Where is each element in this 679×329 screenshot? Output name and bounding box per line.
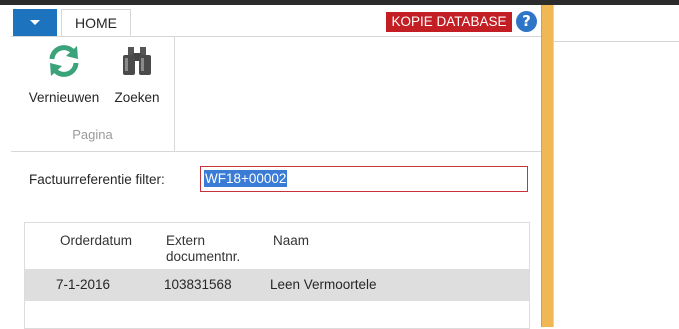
find-button[interactable]: Zoeken [109,43,165,105]
factbox-panel [553,5,679,327]
ribbon-tab-row: HOME KOPIE DATABASE ? [11,5,541,37]
factbox-divider [554,41,679,42]
filter-label: Factuurreferentie filter: [29,172,165,187]
dropdown-arrow-icon [30,20,40,25]
cell-naam: Leen Vermoortele [270,277,377,292]
ribbon-divider [11,151,541,152]
cell-extern-documentnr: 103831568 [164,277,232,292]
column-header-naam[interactable]: Naam [273,233,309,249]
refresh-label: Vernieuwen [28,90,100,105]
refresh-icon [49,45,79,77]
refresh-button[interactable]: Vernieuwen [23,43,105,105]
tab-home[interactable]: HOME [61,9,131,36]
page-window: HOME KOPIE DATABASE ? Vernieuwen Zoeken … [11,5,541,329]
column-header-extern-documentnr[interactable]: Extern documentnr. [166,233,246,265]
ribbon-group-pagina: Vernieuwen Zoeken Pagina [11,37,175,151]
cell-orderdatum: 7-1-2016 [56,277,111,292]
column-header-orderdatum[interactable]: Orderdatum [60,233,132,249]
filter-value: WF18+00002 [204,170,288,187]
invoice-reference-filter-input[interactable]: WF18+00002 [200,166,528,192]
table-row[interactable]: 7-1-2016 103831568 Leen Vermoortele [25,269,529,301]
application-menu-button[interactable] [13,9,57,36]
binoculars-icon [123,47,151,75]
help-icon[interactable]: ? [516,11,537,32]
find-label: Zoeken [114,90,160,105]
copy-database-badge: KOPIE DATABASE [386,12,512,32]
order-table: Orderdatum Extern documentnr. Naam 7-1-2… [24,222,530,329]
ribbon-panel: Vernieuwen Zoeken Pagina [11,37,541,151]
group-label: Pagina [72,127,113,142]
left-margin [0,5,11,327]
